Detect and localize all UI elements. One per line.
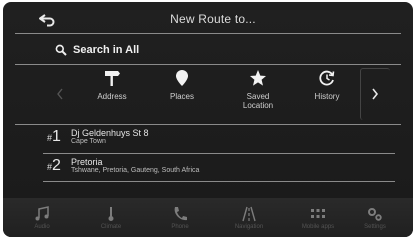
navigation-panel: New Route to... Search in All Address Pl…	[3, 2, 413, 237]
apps-grid-icon	[310, 204, 326, 224]
tab-phone[interactable]: Phone	[151, 198, 209, 237]
category-history[interactable]: History	[294, 68, 360, 124]
category-label: History	[314, 92, 340, 101]
page-title: New Route to...	[170, 12, 256, 26]
history-title: Pretoria	[71, 157, 103, 167]
tab-label: Climate	[100, 224, 122, 230]
history-index: #1	[47, 128, 61, 145]
navigation-road-icon	[241, 204, 257, 224]
search-divider	[15, 64, 401, 65]
scroll-right-frame	[360, 68, 390, 120]
category-label: Saved Location	[242, 92, 274, 110]
history-index: #2	[47, 157, 61, 174]
gears-icon	[367, 204, 383, 224]
history-icon	[318, 68, 336, 88]
category-saved-location[interactable]: Saved Location	[225, 68, 291, 124]
history-divider	[43, 181, 395, 182]
history-item[interactable]: #2 Pretoria Tshwane, Pretoria, Gauteng, …	[47, 157, 387, 179]
tab-audio[interactable]: Audio	[13, 198, 71, 237]
tab-label: Navigation	[234, 224, 264, 230]
back-arrow-icon	[39, 14, 55, 27]
category-label: Address	[97, 92, 127, 101]
tab-label: Settings	[364, 224, 386, 230]
category-places[interactable]: Places	[149, 68, 215, 124]
search-in-all-button[interactable]: Search in All	[55, 40, 355, 60]
category-divider	[15, 124, 401, 125]
tab-settings[interactable]: Settings	[346, 198, 404, 237]
chevron-left-icon	[57, 88, 63, 100]
scroll-left-button[interactable]	[45, 68, 75, 120]
tab-label: Mobile apps	[301, 224, 335, 230]
search-icon	[55, 44, 67, 56]
history-divider	[43, 153, 395, 154]
star-icon	[249, 68, 267, 88]
history-item[interactable]: #1 Dj Geldenhuys St 8 Cape Town	[47, 128, 387, 150]
thermometer-icon	[106, 204, 116, 224]
scroll-right-button[interactable]	[360, 68, 390, 120]
tab-label: Phone	[171, 224, 189, 230]
search-label: Search in All	[73, 44, 140, 56]
location-pin-icon	[174, 68, 190, 88]
back-button[interactable]	[36, 10, 58, 30]
history-subtitle: Tshwane, Pretoria, Gauteng, South Africa	[71, 167, 200, 174]
category-label: Places	[169, 92, 194, 101]
music-note-icon	[34, 204, 50, 224]
header-divider	[15, 33, 401, 34]
bottom-bar: Audio Climate Phone Navigation Mobile ap…	[3, 198, 413, 237]
tab-climate[interactable]: Climate	[82, 198, 140, 237]
signpost-icon	[103, 68, 121, 88]
history-title: Dj Geldenhuys St 8	[71, 128, 149, 138]
tab-navigation[interactable]: Navigation	[220, 198, 278, 237]
tab-label: Audio	[34, 224, 50, 230]
tab-mobile-apps[interactable]: Mobile apps	[289, 198, 347, 237]
phone-icon	[172, 204, 188, 224]
category-address[interactable]: Address	[79, 68, 145, 124]
history-subtitle: Cape Town	[71, 138, 106, 145]
screen: New Route to... Search in All Address Pl…	[0, 0, 417, 240]
